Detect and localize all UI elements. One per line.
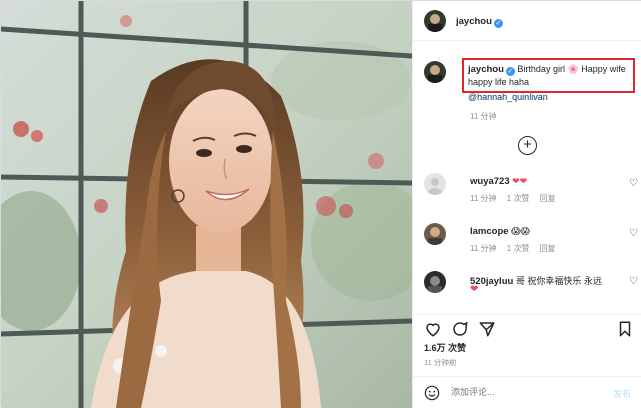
instagram-post: jaychou ✓ jaychou ✓ Birthday girl 🌸 Happy …	[0, 0, 641, 408]
comment-text: 😱😱	[511, 226, 530, 236]
commenter-avatar[interactable]	[424, 271, 446, 293]
publish-button[interactable]: 发布	[613, 387, 631, 400]
reply-button[interactable]: 回复	[540, 244, 556, 253]
comment-text: 哥 祝你幸福快乐 永远	[515, 276, 602, 286]
comment-likes[interactable]: 1 次赞	[507, 194, 530, 203]
post-actions	[413, 314, 641, 344]
share-icon[interactable]	[478, 320, 496, 338]
bookmark-icon[interactable]	[616, 320, 634, 338]
heart-icon[interactable]	[424, 320, 442, 338]
comment-composer: 发布	[413, 376, 641, 408]
flower-emoji: 🌸	[567, 64, 579, 74]
post-photo[interactable]	[1, 1, 412, 408]
heart-icon[interactable]: ♡	[629, 276, 638, 287]
verified-icon: ✓	[505, 67, 515, 76]
verified-icon: ✓	[493, 19, 503, 28]
heart-icon[interactable]: ♡	[629, 178, 638, 189]
author-name[interactable]: jaychou	[456, 16, 492, 27]
comment-icon[interactable]	[451, 320, 469, 338]
post-side-panel: jaychou ✓ jaychou ✓ Birthday girl 🌸 Happy …	[412, 1, 641, 408]
caption-time: 11 分钟	[470, 112, 497, 121]
caption-mention[interactable]: @hannah_quinlivan	[468, 92, 548, 102]
comment-likes[interactable]: 1 次赞	[507, 244, 530, 253]
commenter-avatar[interactable]	[424, 223, 446, 245]
post-header: jaychou ✓	[413, 1, 641, 41]
caption-avatar[interactable]	[424, 61, 446, 83]
reply-button[interactable]: 回复	[540, 194, 556, 203]
commenter-username[interactable]: lamcope	[470, 226, 509, 237]
caption-username[interactable]: jaychou	[468, 64, 504, 75]
comment-time: 11 分钟	[470, 194, 497, 203]
caption-highlight-box: jaychou ✓ Birthday girl 🌸 Happy wife happ…	[462, 58, 635, 93]
comment-input[interactable]	[451, 387, 591, 397]
comment-heart-emoji: ❤	[470, 284, 479, 295]
commenter-avatar[interactable]	[424, 173, 446, 195]
like-count[interactable]: 1.6万 次赞	[424, 341, 466, 354]
author-avatar[interactable]	[424, 10, 446, 32]
post-timestamp: 11 分钟前	[424, 358, 457, 367]
emoji-icon[interactable]	[424, 385, 440, 401]
heart-icon[interactable]: ♡	[629, 228, 638, 239]
add-icon[interactable]: +	[518, 136, 537, 155]
comment-text: ❤❤	[512, 176, 528, 186]
photo-image	[1, 1, 412, 408]
author-username[interactable]: jaychou ✓	[456, 16, 503, 28]
caption-text: Birthday girl	[517, 64, 565, 74]
comment-time: 11 分钟	[470, 244, 497, 253]
commenter-username[interactable]: wuya723	[470, 176, 510, 187]
